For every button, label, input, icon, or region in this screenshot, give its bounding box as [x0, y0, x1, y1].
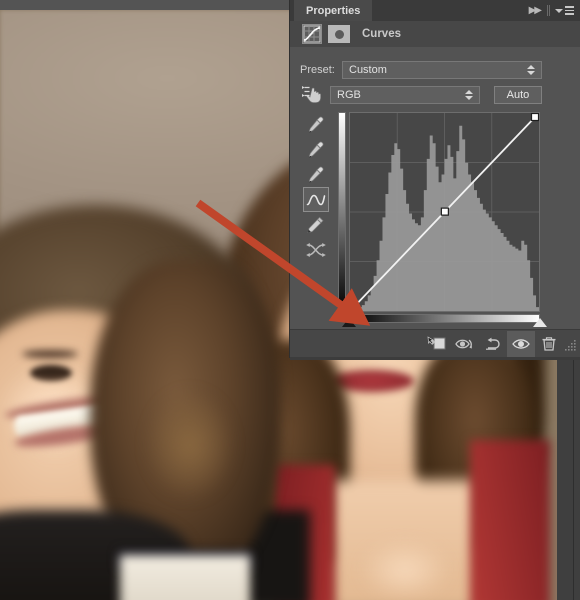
black-point-slider[interactable]: [342, 318, 356, 327]
clip-to-layer-icon[interactable]: [423, 331, 451, 357]
edit-points-curve-icon[interactable]: [303, 187, 329, 212]
input-gradient-bar: [349, 314, 540, 323]
delete-trash-icon[interactable]: [535, 331, 563, 357]
curves-adjustment-icon[interactable]: [302, 24, 322, 44]
photo-subject-right-chest-highlight: [345, 530, 465, 600]
output-gradient-bar: [338, 112, 346, 312]
panel-header: Curves: [290, 21, 580, 47]
resize-grip-icon[interactable]: [565, 338, 577, 351]
midpoint-control[interactable]: [440, 207, 449, 216]
photo-subject-left-eye: [30, 365, 72, 381]
page-title: Curves: [362, 28, 401, 40]
photoshop-window: Properties ▶▶ Curves Preset: Custom RGB …: [0, 0, 580, 600]
panel-menu-icon[interactable]: [555, 6, 574, 15]
set-gray-point-eyedropper-icon[interactable]: [303, 137, 329, 162]
view-previous-state-icon[interactable]: [451, 331, 479, 357]
curves-graph[interactable]: [349, 112, 540, 312]
photo-subject-right-red-garment-right: [470, 440, 550, 600]
channel-row: RGB Auto: [300, 85, 542, 105]
photo-subject-left-eyebrow: [22, 350, 78, 358]
curves-graph-area: [338, 110, 540, 313]
panel-tab-bar: Properties ▶▶: [290, 0, 580, 21]
channel-value: RGB: [337, 89, 361, 101]
double-chevron-right-icon[interactable]: ▶▶: [529, 5, 542, 16]
preset-row: Preset: Custom: [300, 61, 542, 79]
curves-tool-column: [303, 112, 329, 262]
chevron-updown-icon: [527, 65, 535, 75]
targeted-adjustment-hand-icon[interactable]: [300, 85, 326, 105]
preset-value: Custom: [349, 64, 387, 76]
channel-dropdown[interactable]: RGB: [330, 86, 480, 104]
chevron-updown-icon: [465, 90, 473, 100]
photo-subject-left-hair-highlight: [130, 370, 250, 520]
panel-bottom-edge: [290, 357, 580, 360]
tab-properties[interactable]: Properties: [294, 0, 373, 21]
set-white-point-eyedropper-icon[interactable]: [303, 162, 329, 187]
panel-divider: [547, 5, 548, 16]
black-point-control[interactable]: [350, 302, 359, 311]
preset-label: Preset:: [300, 64, 335, 76]
tab-properties-label: Properties: [306, 4, 361, 17]
visibility-eye-icon[interactable]: [507, 331, 535, 357]
photo-subject-left-shirt: [120, 555, 250, 600]
panel-tab-controls: ▶▶: [529, 0, 574, 21]
white-point-slider[interactable]: [533, 318, 547, 327]
reset-icon[interactable]: [479, 331, 507, 357]
panel-footer-toolbar: [290, 329, 580, 358]
draw-pencil-icon[interactable]: [303, 212, 329, 237]
smooth-curve-icon[interactable]: [303, 237, 329, 262]
white-point-control[interactable]: [530, 113, 539, 122]
auto-button[interactable]: Auto: [494, 86, 542, 104]
layer-mask-icon[interactable]: [328, 25, 350, 43]
set-black-point-eyedropper-icon[interactable]: [303, 112, 329, 137]
preset-dropdown[interactable]: Custom: [342, 61, 542, 79]
